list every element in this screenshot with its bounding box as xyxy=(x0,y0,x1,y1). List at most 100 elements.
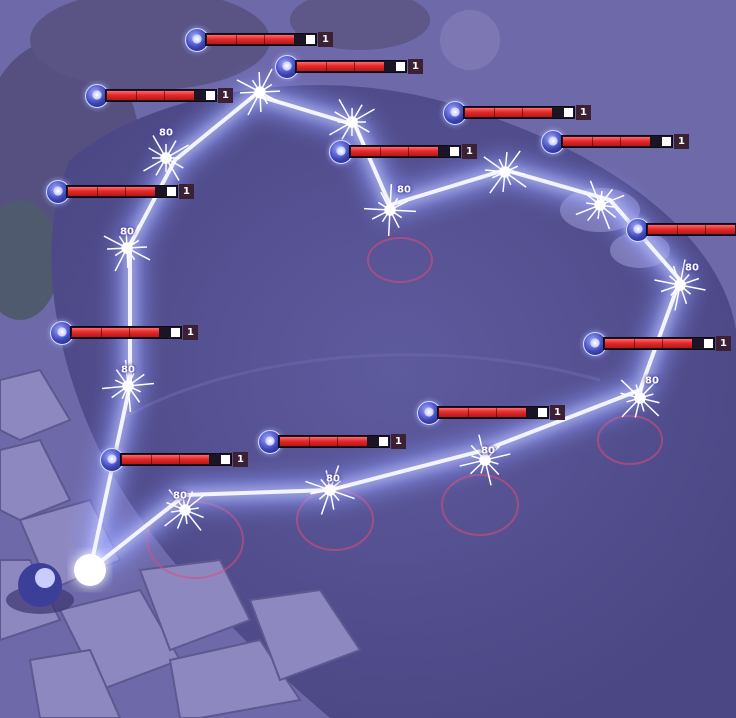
health-bar xyxy=(349,145,461,158)
stack-count: 1 xyxy=(550,405,565,420)
health-notch xyxy=(634,339,635,348)
creep-healthbar-8[interactable]: 1 xyxy=(626,218,736,242)
creep-healthbar-3[interactable]: 1 xyxy=(85,84,235,108)
health-notch xyxy=(101,328,102,337)
health-bar xyxy=(205,33,317,46)
health-bar xyxy=(463,106,575,119)
spark-core xyxy=(324,484,336,496)
health-tail xyxy=(396,62,405,71)
health-bar xyxy=(70,326,182,339)
health-fill xyxy=(563,137,650,146)
spark-core xyxy=(594,199,606,211)
spark-core xyxy=(384,204,396,216)
health-fill xyxy=(72,328,159,337)
health-notch xyxy=(129,328,130,337)
creep-healthbar-6[interactable]: 1 xyxy=(329,140,479,164)
spark-core xyxy=(121,242,133,254)
health-tail xyxy=(167,187,176,196)
health-fill xyxy=(465,108,552,117)
creep-healthbar-11[interactable]: 1 xyxy=(417,401,567,425)
health-bar xyxy=(66,185,178,198)
spark-core xyxy=(179,504,191,516)
health-bar xyxy=(437,406,549,419)
health-notch xyxy=(264,35,265,44)
spark-core xyxy=(346,116,358,128)
stack-count: 1 xyxy=(318,32,333,47)
health-fill xyxy=(297,62,384,71)
spark-ray xyxy=(126,251,129,269)
spark-core xyxy=(254,86,266,98)
stack-count: 1 xyxy=(179,184,194,199)
spark-ray xyxy=(263,90,281,93)
health-notch xyxy=(97,187,98,196)
creep-healthbar-13[interactable]: 1 xyxy=(100,448,250,472)
health-notch xyxy=(236,35,237,44)
stack-count: 1 xyxy=(408,59,423,74)
health-fill xyxy=(280,437,367,446)
health-notch xyxy=(494,108,495,117)
health-notch xyxy=(164,91,165,100)
health-fill xyxy=(351,147,438,156)
health-tail xyxy=(379,437,388,446)
spark-core xyxy=(160,152,172,164)
creep-healthbar-4[interactable]: 1 xyxy=(443,101,593,125)
spark-core xyxy=(122,380,134,392)
health-bar xyxy=(295,60,407,73)
health-tail xyxy=(306,35,315,44)
health-tail xyxy=(704,339,713,348)
health-fill xyxy=(207,35,294,44)
health-notch xyxy=(136,91,137,100)
health-notch xyxy=(522,108,523,117)
creep-healthbar-12[interactable]: 1 xyxy=(258,430,408,454)
creep-healthbar-7[interactable]: 1 xyxy=(46,180,196,204)
stack-count: 1 xyxy=(576,105,591,120)
health-notch xyxy=(354,62,355,71)
health-fill xyxy=(122,455,209,464)
spark-core xyxy=(634,392,646,404)
health-notch xyxy=(705,225,706,234)
health-bar xyxy=(561,135,673,148)
health-tail xyxy=(538,408,547,417)
spark-ray xyxy=(259,95,262,113)
stack-count: 1 xyxy=(674,134,689,149)
creep-healthbar-10[interactable]: 1 xyxy=(583,332,733,356)
health-notch xyxy=(125,187,126,196)
health-bar xyxy=(278,435,390,448)
stack-count: 1 xyxy=(716,336,731,351)
stack-count: 1 xyxy=(233,452,248,467)
health-fill xyxy=(107,91,194,100)
stack-count: 1 xyxy=(183,325,198,340)
creep-healthbar-2[interactable]: 1 xyxy=(275,55,425,79)
health-bar xyxy=(603,337,715,350)
game-viewport[interactable]: 1 1 1 1 1 1 1 1 1 1 1 1 80 80 80 80 80 8… xyxy=(0,0,736,718)
health-notch xyxy=(620,137,621,146)
spark-ray xyxy=(125,227,128,245)
health-bar xyxy=(120,453,232,466)
health-fill xyxy=(648,225,735,234)
health-bar xyxy=(105,89,217,102)
health-notch xyxy=(677,225,678,234)
health-notch xyxy=(380,147,381,156)
health-notch xyxy=(592,137,593,146)
spark-core xyxy=(479,454,491,466)
creep-healthbar-9[interactable]: 1 xyxy=(50,321,200,345)
spark-ray xyxy=(130,246,148,249)
creep-healthbar-5[interactable]: 1 xyxy=(541,130,691,154)
health-notch xyxy=(309,437,310,446)
stack-count: 1 xyxy=(462,144,477,159)
health-fill xyxy=(68,187,155,196)
health-tail xyxy=(662,137,671,146)
spark-ray xyxy=(258,71,261,89)
creep-healthbar-1[interactable]: 1 xyxy=(185,28,335,52)
health-tail xyxy=(171,328,180,337)
health-tail xyxy=(450,147,459,156)
health-notch xyxy=(408,147,409,156)
spark-ray xyxy=(106,247,124,250)
health-fill xyxy=(439,408,526,417)
health-notch xyxy=(151,455,152,464)
spark-ray xyxy=(239,91,257,94)
health-tail xyxy=(564,108,573,117)
health-tail xyxy=(221,455,230,464)
health-bar xyxy=(646,223,736,236)
health-notch xyxy=(468,408,469,417)
